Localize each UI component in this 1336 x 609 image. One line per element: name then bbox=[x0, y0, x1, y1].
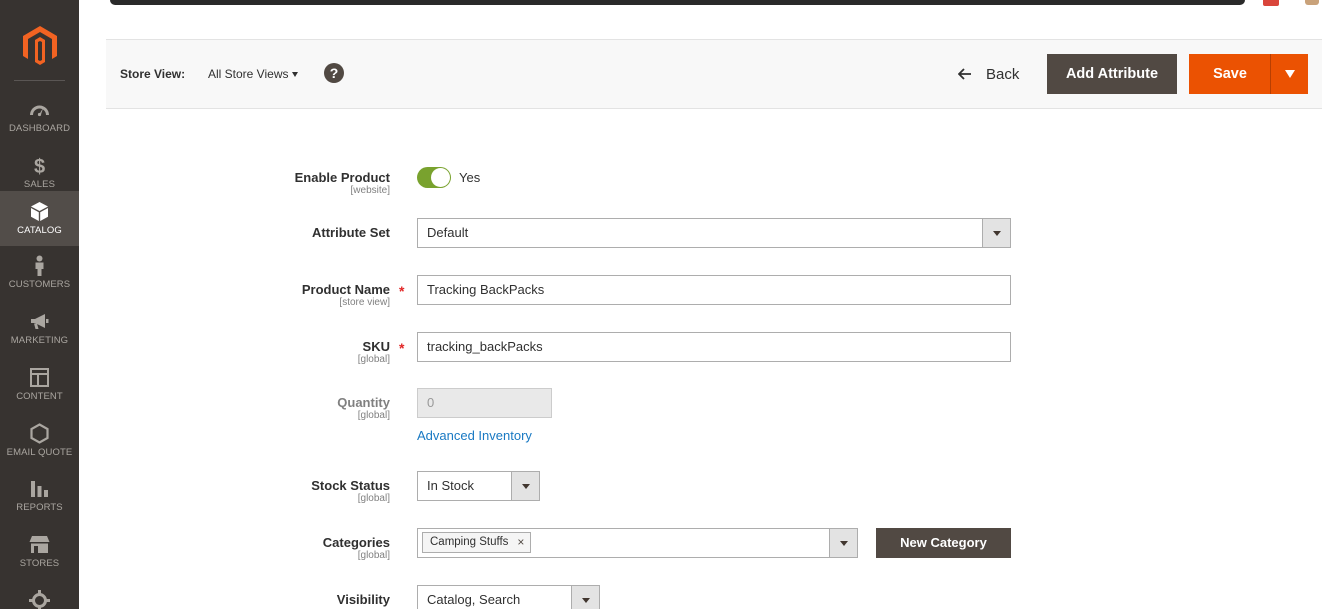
browser-chrome-strip bbox=[79, 0, 1336, 12]
svg-text:$: $ bbox=[34, 156, 45, 176]
visibility-value: Catalog, Search bbox=[427, 592, 521, 607]
cube-icon bbox=[31, 202, 48, 221]
chevron-down-icon[interactable] bbox=[571, 586, 599, 609]
chevron-down-icon[interactable] bbox=[511, 472, 539, 500]
visibility-select[interactable]: Catalog, Search bbox=[417, 585, 600, 609]
sidebar-item-stores[interactable]: STORES bbox=[0, 526, 79, 580]
stock-status-scope: [global] bbox=[357, 493, 390, 504]
sidebar-item-system[interactable] bbox=[0, 582, 79, 609]
hexagon-icon bbox=[30, 423, 49, 444]
product-name-scope: [store view] bbox=[339, 297, 390, 308]
layout-icon bbox=[30, 368, 49, 387]
chevron-down-icon[interactable] bbox=[829, 529, 857, 557]
megaphone-icon bbox=[31, 314, 49, 329]
admin-sidebar: DASHBOARD $ SALES CATALOG CUSTOMERS MARK… bbox=[0, 0, 79, 609]
quantity-scope: [global] bbox=[357, 410, 390, 421]
enable-product-toggle[interactable] bbox=[417, 167, 451, 188]
sidebar-item-label: CUSTOMERS bbox=[8, 279, 71, 290]
add-attribute-button[interactable]: Add Attribute bbox=[1047, 54, 1177, 94]
sidebar-item-label: SALES bbox=[23, 179, 56, 190]
required-marker: * bbox=[399, 283, 405, 299]
enable-product-value: Yes bbox=[459, 170, 481, 185]
stock-status-value: In Stock bbox=[427, 478, 474, 493]
enable-product-scope: [website] bbox=[350, 185, 390, 196]
back-button-label: Back bbox=[986, 66, 1020, 83]
sidebar-item-customers[interactable]: CUSTOMERS bbox=[0, 247, 79, 301]
categories-label: Categories bbox=[322, 535, 390, 550]
attribute-set-select[interactable]: Default bbox=[417, 218, 1011, 248]
sidebar-item-label: DASHBOARD bbox=[8, 123, 71, 134]
extension-icon-secondary bbox=[1305, 0, 1319, 5]
sidebar-item-catalog[interactable]: CATALOG bbox=[0, 191, 79, 246]
sidebar-item-label: STORES bbox=[19, 558, 60, 569]
sidebar-item-reports[interactable]: REPORTS bbox=[0, 470, 79, 524]
gear-icon bbox=[29, 590, 50, 609]
visibility-label: Visibility bbox=[336, 592, 390, 607]
address-bar bbox=[110, 0, 1245, 5]
close-icon[interactable]: × bbox=[517, 533, 524, 552]
help-icon[interactable]: ? bbox=[324, 63, 344, 83]
sku-scope: [global] bbox=[357, 354, 390, 365]
sku-label: SKU bbox=[362, 339, 390, 354]
product-name-input[interactable]: Tracking BackPacks bbox=[417, 275, 1011, 305]
sidebar-item-dashboard[interactable]: DASHBOARD bbox=[0, 91, 79, 145]
product-name-label: Product Name bbox=[301, 282, 390, 297]
extension-icon bbox=[1263, 0, 1279, 6]
sidebar-item-label: EMAIL QUOTE bbox=[6, 447, 73, 458]
category-chip: Camping Stuffs × bbox=[422, 532, 532, 553]
sidebar-item-marketing[interactable]: MARKETING bbox=[0, 303, 79, 357]
quantity-input: 0 bbox=[417, 388, 552, 418]
sidebar-item-label: CATALOG bbox=[17, 225, 62, 236]
quantity-label: Quantity bbox=[337, 395, 390, 410]
sku-input[interactable]: tracking_backPacks bbox=[417, 332, 1011, 362]
dashboard-icon bbox=[30, 105, 49, 117]
categories-scope: [global] bbox=[357, 550, 390, 561]
required-marker: * bbox=[399, 340, 405, 356]
bar-chart-icon bbox=[31, 481, 48, 497]
category-chip-label: Camping Stuffs bbox=[430, 536, 509, 548]
store-view-switcher[interactable]: All Store Views bbox=[208, 67, 288, 81]
sidebar-item-label: REPORTS bbox=[16, 502, 63, 513]
page-actions-toolbar: Store View: All Store Views ? Back Add A… bbox=[106, 39, 1322, 109]
stock-status-select[interactable]: In Stock bbox=[417, 471, 540, 501]
new-category-button[interactable]: New Category bbox=[876, 528, 1011, 558]
save-button[interactable]: Save bbox=[1189, 54, 1271, 94]
attribute-set-value: Default bbox=[427, 225, 469, 240]
chevron-down-icon[interactable] bbox=[982, 219, 1010, 247]
sidebar-item-content[interactable]: CONTENT bbox=[0, 359, 79, 413]
save-options-dropdown-toggle[interactable] bbox=[1270, 54, 1308, 94]
enable-product-label: Enable Product bbox=[294, 170, 390, 185]
person-icon bbox=[35, 255, 44, 276]
store-icon bbox=[29, 536, 50, 553]
attribute-set-label: Attribute Set bbox=[312, 225, 390, 240]
advanced-inventory-link[interactable]: Advanced Inventory bbox=[417, 428, 532, 443]
store-view-label: Store View: bbox=[120, 67, 186, 81]
categories-multiselect[interactable]: Camping Stuffs × bbox=[417, 528, 858, 558]
dollar-icon: $ bbox=[34, 156, 45, 176]
sidebar-item-label: CONTENT bbox=[16, 391, 63, 402]
sidebar-item-email-quote[interactable]: EMAIL QUOTE bbox=[0, 415, 79, 469]
sidebar-separator bbox=[14, 80, 65, 81]
arrow-left-icon bbox=[958, 68, 971, 80]
toggle-knob bbox=[431, 168, 450, 187]
caret-down-icon[interactable] bbox=[292, 72, 298, 77]
stock-status-label: Stock Status bbox=[311, 478, 390, 493]
magento-logo-icon[interactable] bbox=[23, 26, 57, 66]
sidebar-item-label: MARKETING bbox=[10, 335, 69, 346]
